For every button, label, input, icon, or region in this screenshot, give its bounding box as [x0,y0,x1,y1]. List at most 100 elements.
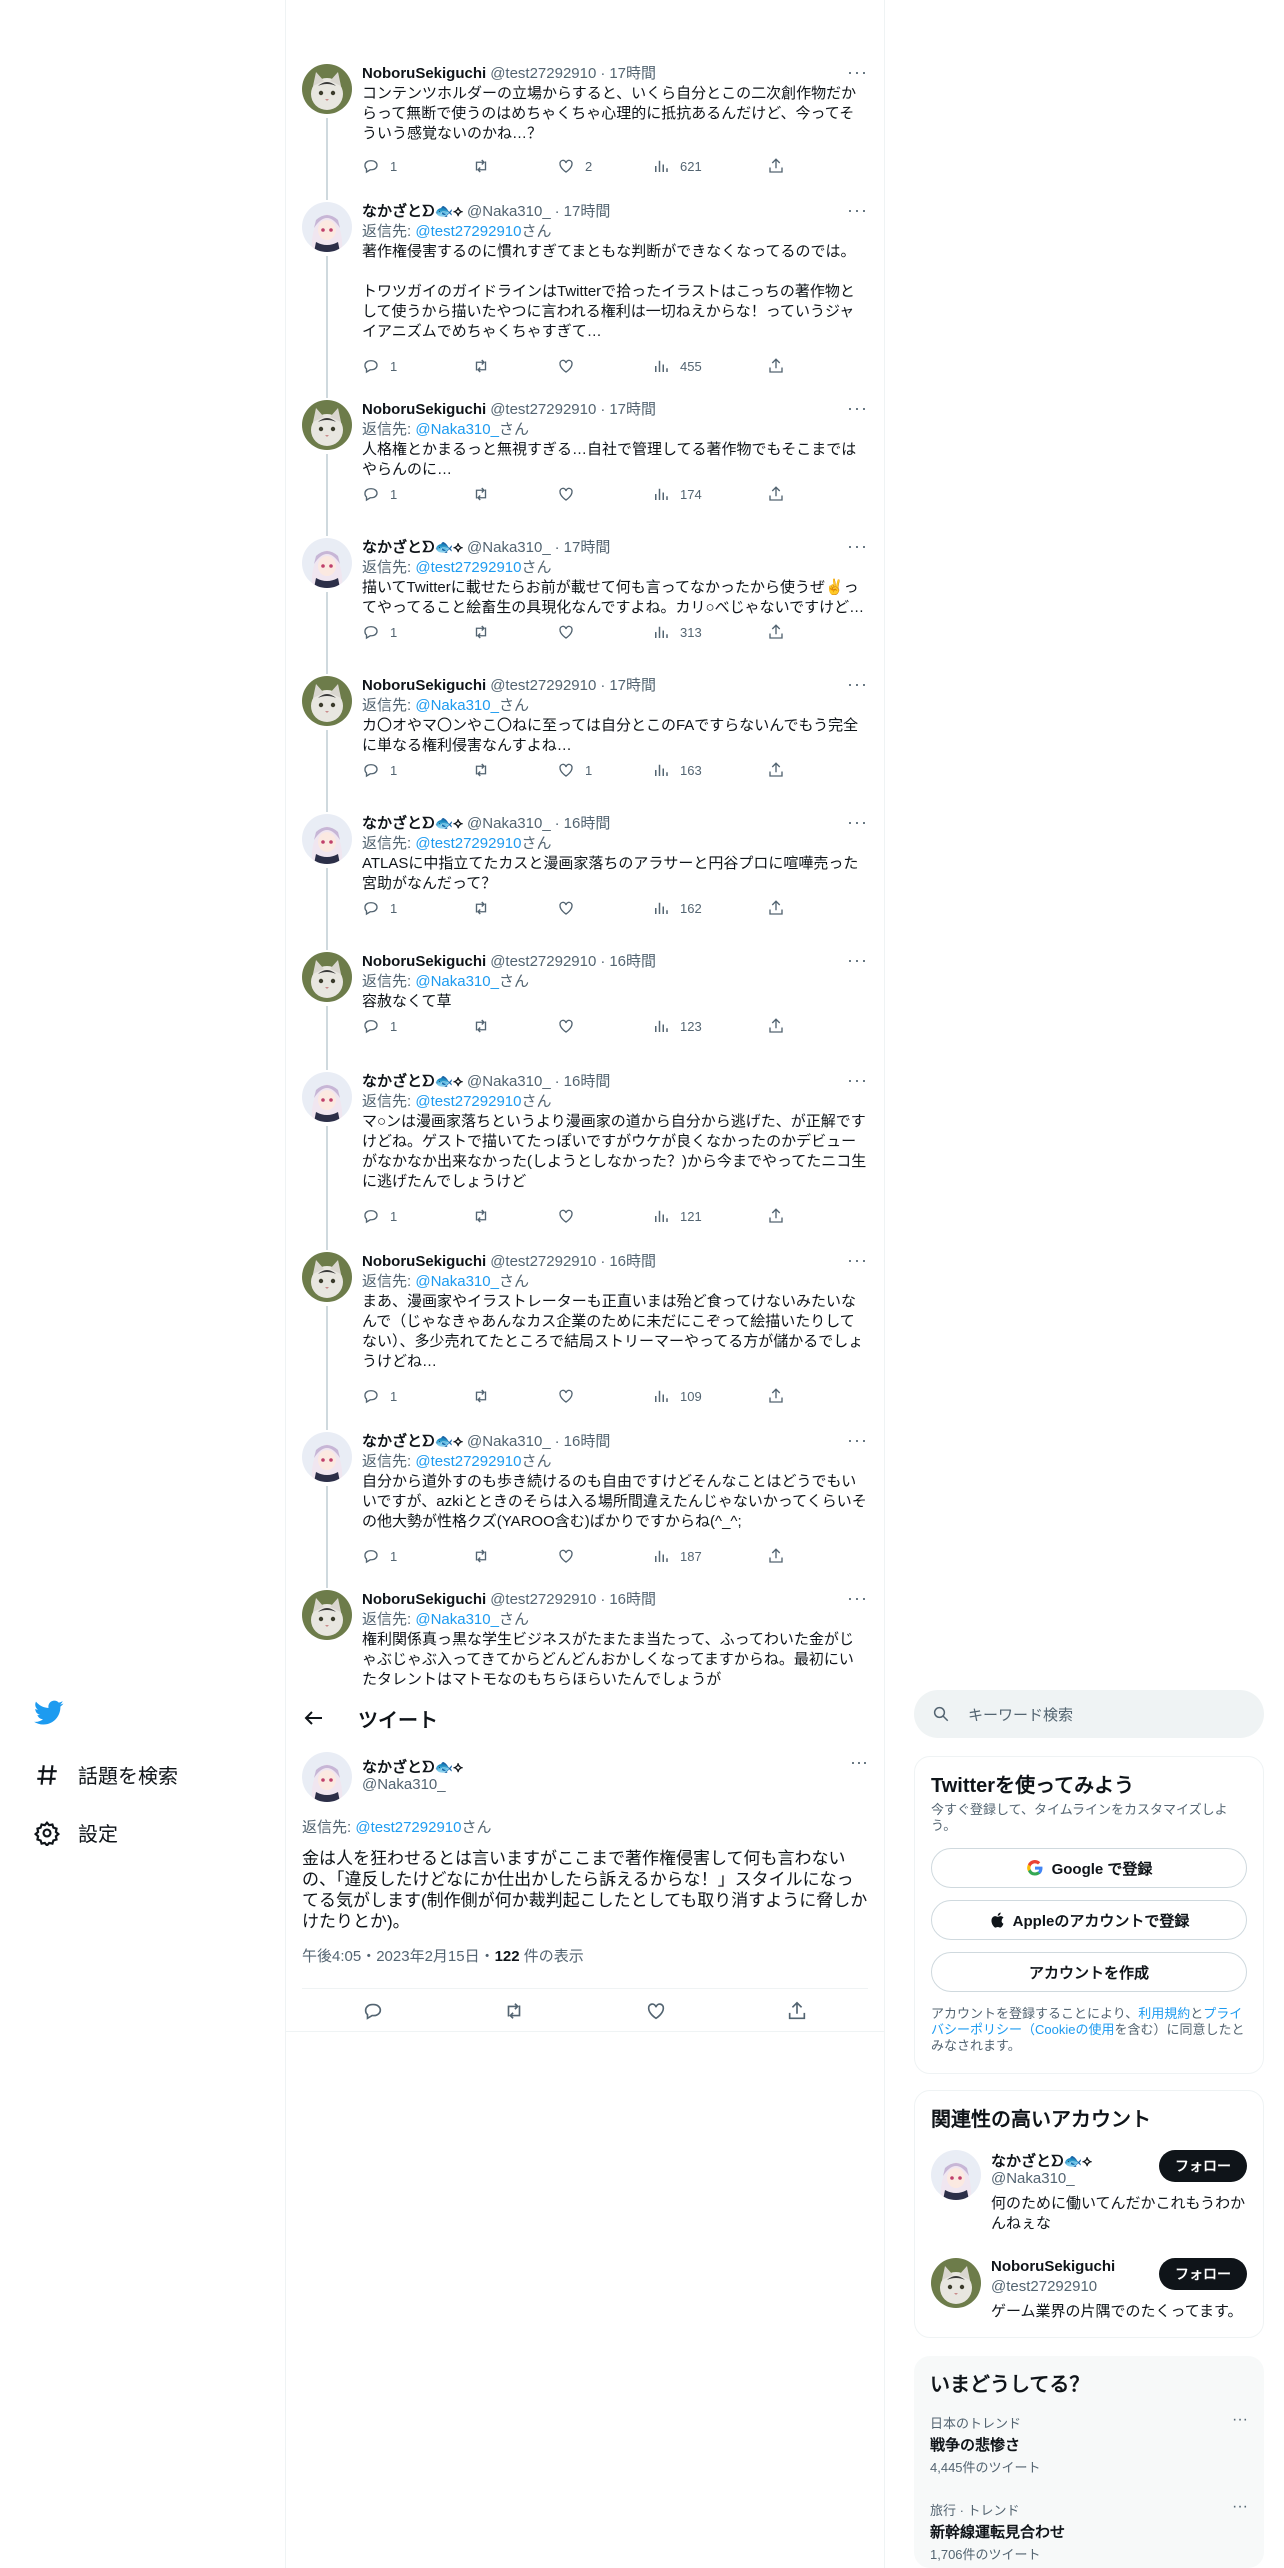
author-handle[interactable]: @test27292910 [490,64,596,84]
reply-button[interactable]: 1 [362,157,472,175]
share-button[interactable] [767,357,785,375]
author-handle[interactable]: @Naka310_ [467,814,551,834]
share-button[interactable] [767,1387,785,1405]
share-button[interactable] [767,1547,785,1565]
retweet-icon[interactable] [503,2000,525,2022]
author-name[interactable]: NoboruSekiguchi [362,1590,486,1610]
reply-icon[interactable] [362,2000,384,2022]
views-button[interactable]: 621 [652,157,767,175]
like-button[interactable] [557,357,652,375]
like-button[interactable]: 1 [557,761,652,779]
author-name[interactable]: NoboruSekiguchi [362,952,486,972]
like-button[interactable]: 2 [557,157,652,175]
reply-button[interactable]: 1 [362,623,472,641]
tweet-time[interactable]: 17時間 [564,538,611,558]
account-row[interactable]: なかざとᗤ🐟⟡ @Naka310_ 何のために働いてんだかこれもうわかんねぇな … [915,2146,1263,2254]
avatar[interactable] [302,64,352,114]
tweet-time[interactable]: 16時間 [609,1252,656,1272]
retweet-button[interactable] [472,357,557,375]
author-handle[interactable]: @Naka310_ [467,1432,551,1452]
apple-signup-button[interactable]: Appleのアカウントで登録 [931,1900,1247,1940]
views-button[interactable]: 162 [652,899,767,917]
more-options-icon[interactable]: ··· [847,62,868,83]
reply-button[interactable]: 1 [362,357,472,375]
like-button[interactable] [557,1387,652,1405]
avatar[interactable] [302,1590,352,1640]
author-handle[interactable]: @test27292910 [490,1252,596,1272]
tweet-time[interactable]: 16時間 [609,1590,656,1610]
search-input[interactable]: キーワード検索 [968,1704,1073,1725]
avatar[interactable] [302,814,352,864]
follow-button[interactable]: フォロー [1159,2150,1247,2182]
more-options-icon[interactable]: ··· [847,1430,868,1451]
reply-to-link[interactable]: @test27292910 [415,223,521,240]
avatar[interactable] [302,676,352,726]
retweet-button[interactable] [472,1207,557,1225]
more-options-icon[interactable]: ··· [847,536,868,557]
tweet-time[interactable]: 16時間 [564,814,611,834]
account-name[interactable]: なかざとᗤ🐟⟡ [991,2150,1092,2171]
avatar[interactable] [302,400,352,450]
reply-to-link[interactable]: @test27292910 [355,1819,461,1836]
reply-button[interactable]: 1 [362,899,472,917]
retweet-button[interactable] [472,1547,557,1565]
nav-explore[interactable]: 話題を検索 [34,1760,178,1789]
more-options-icon[interactable]: ··· [847,950,868,971]
author-handle[interactable]: @Naka310_ [467,538,551,558]
retweet-button[interactable] [472,623,557,641]
views-button[interactable]: 455 [652,357,767,375]
trend-item[interactable]: 日本のトレンド 戦争の悲惨さ 4,445件のツイート ··· [914,2401,1264,2488]
reply-button[interactable]: 1 [362,1017,472,1035]
share-button[interactable] [767,899,785,917]
share-button[interactable] [767,1017,785,1035]
views-button[interactable]: 187 [652,1547,767,1565]
share-button[interactable] [767,485,785,503]
author-name[interactable]: なかざとᗤ🐟⟡ [362,1432,463,1452]
more-options-icon[interactable]: ··· [847,674,868,695]
like-button[interactable] [557,623,652,641]
reply-button[interactable]: 1 [362,1547,472,1565]
author-name[interactable]: なかざとᗤ🐟⟡ [362,814,463,834]
views-button[interactable]: 163 [652,761,767,779]
reply-to-link[interactable]: @test27292910 [415,559,521,576]
author-handle[interactable]: @test27292910 [490,400,596,420]
nav-settings[interactable]: 設定 [34,1818,118,1847]
author-name[interactable]: NoboruSekiguchi [362,64,486,84]
twitter-bird-icon[interactable] [34,1700,64,1726]
more-options-icon[interactable]: ··· [847,200,868,221]
author-handle[interactable]: @Naka310_ [467,202,551,222]
reply-to-link[interactable]: @test27292910 [415,835,521,852]
follow-button[interactable]: フォロー [1159,2258,1247,2290]
retweet-button[interactable] [472,485,557,503]
tweet-time[interactable]: 17時間 [609,400,656,420]
tweet-time[interactable]: 17時間 [609,676,656,696]
tweet-time[interactable]: 16時間 [564,1432,611,1452]
reply-button[interactable]: 1 [362,1207,472,1225]
author-name[interactable]: なかざとᗤ🐟⟡ [362,202,463,222]
tweet-time[interactable]: 17時間 [564,202,611,222]
search-box[interactable]: キーワード検索 [914,1690,1264,1738]
more-options-icon[interactable]: ··· [847,1070,868,1091]
tweet-time[interactable]: 16時間 [609,952,656,972]
reply-to-link[interactable]: @Naka310_ [415,421,499,438]
more-options-icon[interactable]: ··· [847,398,868,419]
avatar[interactable] [302,538,352,588]
reply-to-link[interactable]: @Naka310_ [415,973,499,990]
like-icon[interactable] [645,2000,667,2022]
author-name[interactable]: NoboruSekiguchi [362,1252,486,1272]
reply-button[interactable]: 1 [362,1387,472,1405]
more-options-icon[interactable]: ··· [850,1752,868,1773]
avatar[interactable] [302,952,352,1002]
author-name[interactable]: NoboruSekiguchi [362,400,486,420]
reply-to-link[interactable]: @Naka310_ [415,1611,499,1628]
like-button[interactable] [557,1207,652,1225]
reply-to-link[interactable]: @test27292910 [415,1093,521,1110]
views-button[interactable]: 121 [652,1207,767,1225]
google-signup-button[interactable]: Google で登録 [931,1848,1247,1888]
author-handle[interactable]: @test27292910 [490,676,596,696]
back-arrow-icon[interactable] [302,1706,326,1730]
avatar[interactable] [931,2150,981,2200]
like-button[interactable] [557,899,652,917]
retweet-button[interactable] [472,1017,557,1035]
reply-to-link[interactable]: @Naka310_ [415,1273,499,1290]
